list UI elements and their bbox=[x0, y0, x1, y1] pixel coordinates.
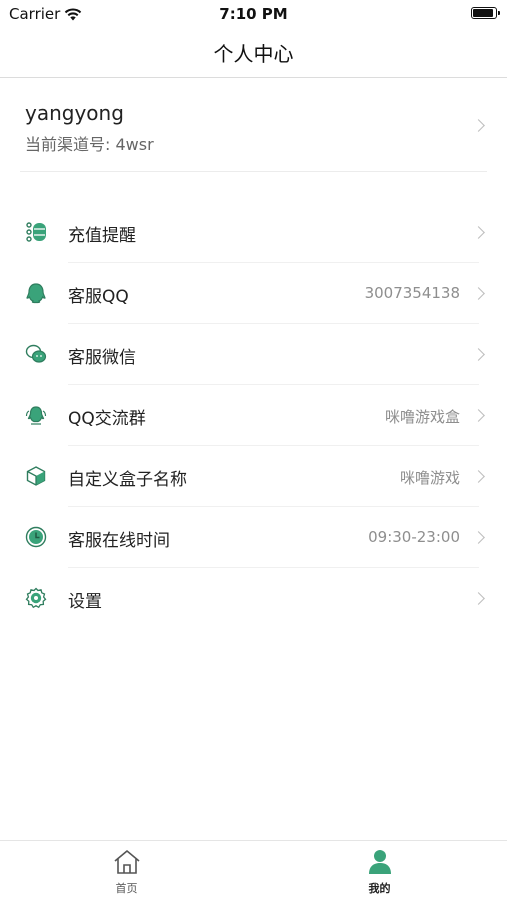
profile-username: yangyong bbox=[25, 101, 124, 125]
status-bar: Carrier 7:10 PM bbox=[0, 0, 507, 28]
navigation-bar: 个人中心 bbox=[0, 28, 507, 78]
qq-icon bbox=[26, 283, 46, 304]
battery-icon bbox=[471, 7, 500, 19]
profile-header[interactable]: yangyong 当前渠道号: 4wsr bbox=[0, 79, 507, 171]
chevron-right-icon bbox=[472, 470, 485, 483]
profile-channel: 当前渠道号: 4wsr bbox=[25, 135, 154, 154]
menu-item-value: 09:30-23:00 bbox=[368, 528, 460, 546]
menu-item-recharge-reminder[interactable]: 充值提醒 bbox=[0, 202, 507, 263]
menu-item-label: 设置 bbox=[68, 592, 102, 612]
clock-icon bbox=[25, 526, 47, 548]
divider bbox=[20, 171, 487, 172]
person-icon bbox=[368, 850, 391, 874]
menu-item-label: QQ交流群 bbox=[68, 409, 146, 429]
gear-icon bbox=[25, 587, 47, 609]
menu-item-label: 客服QQ bbox=[68, 287, 129, 307]
battery-level-fill bbox=[473, 9, 493, 17]
tab-label: 我的 bbox=[368, 882, 391, 895]
status-time: 7:10 PM bbox=[219, 5, 288, 23]
list-icon bbox=[26, 222, 46, 242]
wechat-icon bbox=[25, 344, 47, 363]
menu-item-service-wechat[interactable]: 客服微信 bbox=[0, 324, 507, 385]
menu-item-service-hours[interactable]: 客服在线时间 09:30-23:00 bbox=[0, 507, 507, 568]
page-title: 个人中心 bbox=[213, 42, 294, 66]
menu-item-qq-group[interactable]: QQ交流群 咪噜游戏盒 bbox=[0, 385, 507, 446]
chevron-right-icon bbox=[472, 531, 485, 544]
chevron-right-icon bbox=[472, 348, 485, 361]
chevron-right-icon bbox=[472, 287, 485, 300]
menu-item-label: 客服在线时间 bbox=[68, 531, 170, 551]
settings-menu: 充值提醒 客服QQ 3007354138 客服微信 QQ交流群 咪噜游戏盒 自定… bbox=[0, 202, 507, 629]
home-icon bbox=[113, 850, 140, 874]
tab-home[interactable]: 首页 bbox=[0, 841, 253, 901]
tab-bar: 首页 我的 bbox=[0, 840, 507, 900]
chevron-right-icon bbox=[472, 592, 485, 605]
menu-item-label: 自定义盒子名称 bbox=[68, 470, 187, 490]
box-icon bbox=[26, 466, 46, 486]
tab-mine[interactable]: 我的 bbox=[253, 841, 506, 901]
tab-label: 首页 bbox=[115, 882, 138, 895]
menu-item-label: 客服微信 bbox=[68, 348, 136, 368]
chevron-right-icon bbox=[472, 119, 485, 132]
menu-item-custom-box-name[interactable]: 自定义盒子名称 咪噜游戏 bbox=[0, 446, 507, 507]
qq-group-icon bbox=[25, 406, 47, 425]
menu-item-value: 咪噜游戏盒 bbox=[384, 408, 460, 426]
chevron-right-icon bbox=[472, 409, 485, 422]
menu-item-settings[interactable]: 设置 bbox=[0, 568, 507, 629]
menu-item-label: 充值提醒 bbox=[68, 226, 136, 246]
menu-item-service-qq[interactable]: 客服QQ 3007354138 bbox=[0, 263, 507, 324]
menu-item-value: 咪噜游戏 bbox=[399, 469, 460, 487]
chevron-right-icon bbox=[472, 226, 485, 239]
menu-item-value: 3007354138 bbox=[364, 284, 460, 302]
